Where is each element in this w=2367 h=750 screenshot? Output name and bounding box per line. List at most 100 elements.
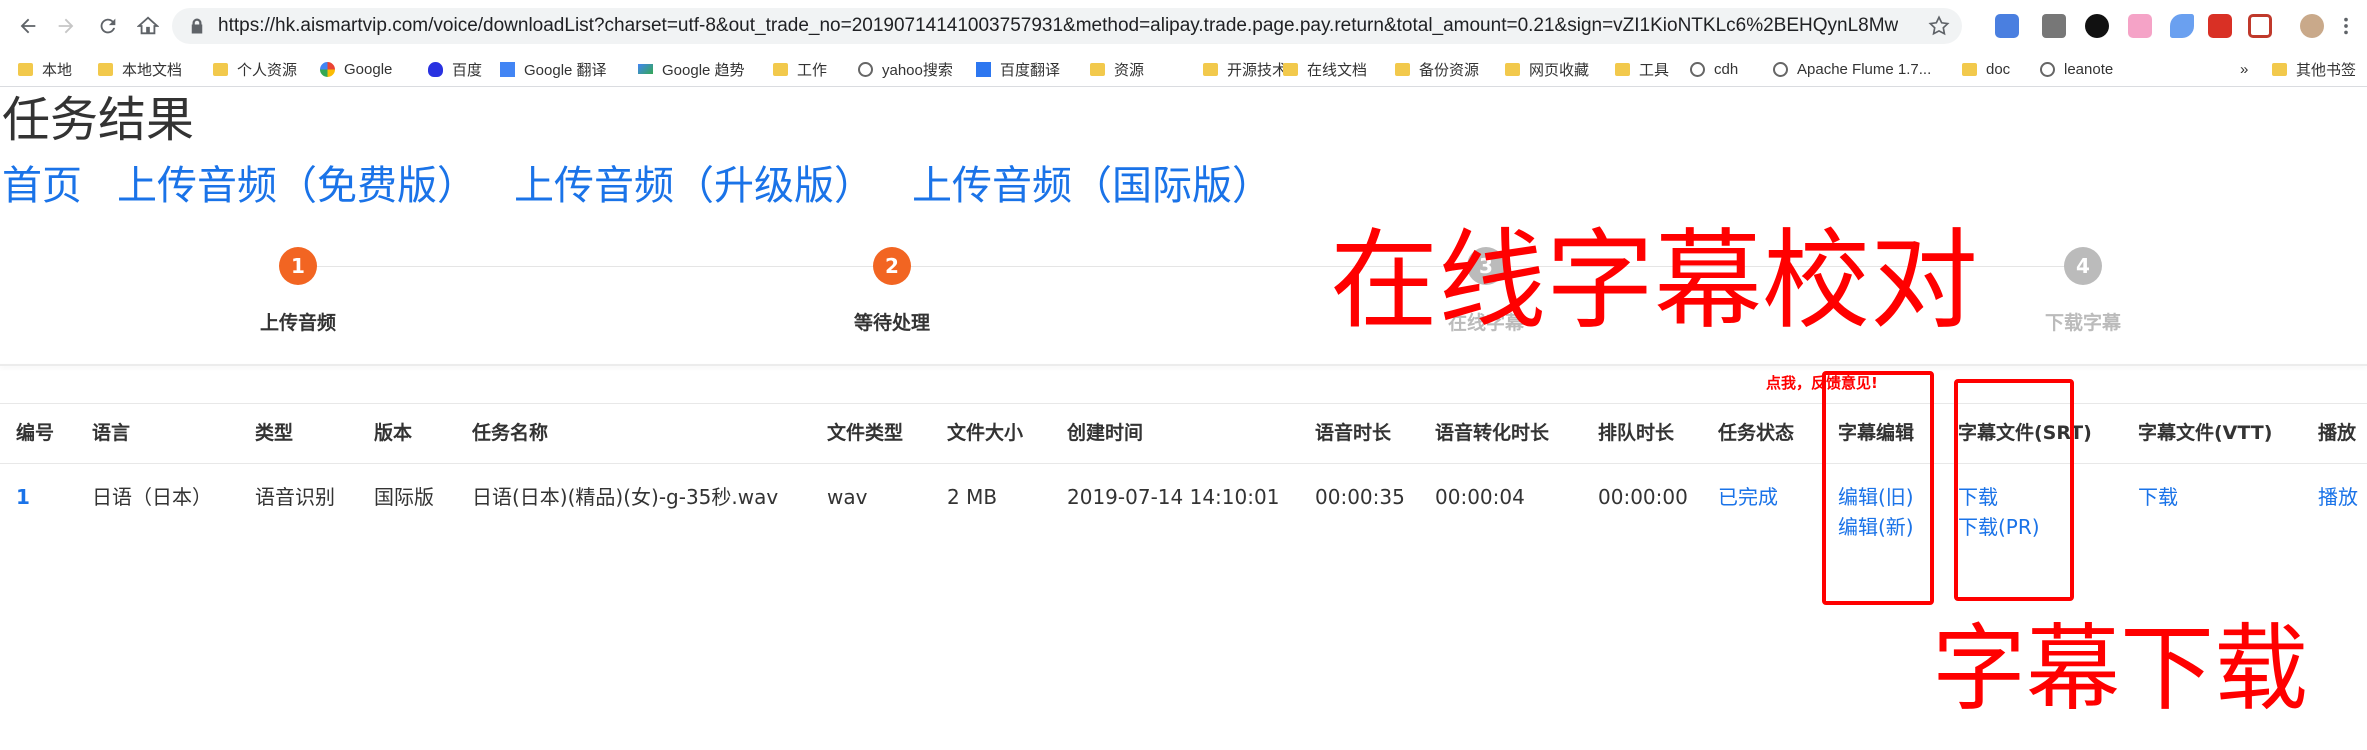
translate-extension-icon[interactable] xyxy=(1995,14,2019,38)
step-1-label: 上传音频 xyxy=(259,312,337,334)
col-header-status: 任务状态 xyxy=(1718,422,1795,444)
arrow-left-icon xyxy=(20,18,36,34)
home-button[interactable] xyxy=(132,10,164,42)
bookmark-item[interactable]: 百度 xyxy=(428,57,482,81)
other-bookmarks-label: 其他书签 xyxy=(2296,61,2357,79)
bookmark-item[interactable]: leanote xyxy=(2040,57,2113,81)
cell-status[interactable]: 已完成 xyxy=(1718,482,1778,512)
globe-icon xyxy=(1773,61,1788,77)
bookmark-item[interactable]: 备份资源 xyxy=(1395,57,1479,81)
col-header-created: 创建时间 xyxy=(1067,422,1144,444)
nav-home-link[interactable]: 首页 xyxy=(2,158,82,214)
page-title: 任务结果 xyxy=(2,92,195,148)
bookmark-item[interactable]: yahoo搜索 xyxy=(858,57,953,81)
nav-upload-international-link[interactable]: 上传音频（国际版） xyxy=(912,158,1272,214)
baidu-translate-icon xyxy=(976,61,991,77)
step-2-label: 等待处理 xyxy=(853,312,931,334)
bookmark-item[interactable]: 在线文档 xyxy=(1283,57,1367,81)
step-4-label: 下载字幕 xyxy=(2044,312,2122,334)
r-extension-icon[interactable] xyxy=(2085,14,2109,38)
reload-icon xyxy=(100,18,116,34)
bookmark-label: 本地文档 xyxy=(122,61,183,79)
cell-version: 国际版 xyxy=(374,485,434,509)
bookmark-item[interactable]: Google 翻译 xyxy=(500,57,607,81)
bookmark-item[interactable]: Google xyxy=(320,57,392,81)
col-header-queue-duration: 排队时长 xyxy=(1598,422,1675,444)
col-header-language: 语言 xyxy=(92,422,131,444)
bookmark-item[interactable]: 个人资源 xyxy=(213,57,297,81)
folder-icon xyxy=(2272,62,2287,76)
folder-icon xyxy=(18,62,33,76)
globe-icon xyxy=(858,61,873,77)
bookmark-label: Google xyxy=(344,60,393,78)
calendar-extension-icon[interactable] xyxy=(2248,14,2272,38)
cell-id[interactable]: 1 xyxy=(16,482,30,512)
folder-icon xyxy=(213,62,228,76)
reload-button[interactable] xyxy=(92,10,124,42)
more-vert-icon xyxy=(2344,17,2348,35)
bookmarks-overflow-button[interactable]: » xyxy=(2240,57,2248,81)
bookmark-label: 网页收藏 xyxy=(1529,61,1590,79)
bookmark-item[interactable]: Apache Flume 1.7... xyxy=(1773,57,1931,81)
nav-upload-free-link[interactable]: 上传音频（免费版） xyxy=(117,158,477,214)
bookmark-label: 百度翻译 xyxy=(1000,61,1061,79)
bookmark-item[interactable]: 资源 xyxy=(1090,57,1144,81)
folder-icon xyxy=(1962,62,1977,76)
bookmark-label: 工作 xyxy=(797,61,828,79)
bookmark-label: 资源 xyxy=(1114,61,1145,79)
vtt-download-link[interactable]: 下载 xyxy=(2138,482,2178,512)
bookmark-label: 本地 xyxy=(42,61,73,79)
col-header-convert-duration: 语音转化时长 xyxy=(1435,422,1550,444)
avatar[interactable] xyxy=(2300,14,2324,38)
bookmark-item[interactable]: Google 趋势 xyxy=(638,57,745,81)
folder-icon xyxy=(1615,62,1630,76)
back-button[interactable] xyxy=(12,10,44,42)
bookmark-label: 工具 xyxy=(1639,61,1670,79)
nav-upload-upgrade-link[interactable]: 上传音频（升级版） xyxy=(514,158,874,214)
folder-icon xyxy=(1395,62,1410,76)
bilibili-extension-icon[interactable] xyxy=(2128,14,2152,38)
folder-icon xyxy=(1505,62,1520,76)
camera-extension-icon[interactable] xyxy=(2042,14,2066,38)
google-icon xyxy=(320,61,335,77)
bookmark-item[interactable]: doc xyxy=(1962,57,2010,81)
cell-language: 日语（日本） xyxy=(92,485,212,509)
bookmark-item[interactable]: 百度翻译 xyxy=(976,57,1060,81)
bookmark-item[interactable]: 网页收藏 xyxy=(1505,57,1589,81)
arrow-right-icon xyxy=(58,18,74,34)
bookmark-item[interactable]: cdh xyxy=(1690,57,1738,81)
step-4-badge: 4 xyxy=(2064,247,2102,285)
browser-toolbar: https://hk.aismartvip.com/voice/download… xyxy=(0,0,2367,53)
other-bookmarks[interactable]: 其他书签 xyxy=(2272,57,2356,81)
col-header-file-size: 文件大小 xyxy=(947,422,1024,444)
bookmark-label: cdh xyxy=(1714,60,1739,78)
translate-icon xyxy=(500,61,515,77)
bookmark-label: 在线文档 xyxy=(1307,61,1368,79)
url-text[interactable]: https://hk.aismartvip.com/voice/download… xyxy=(218,14,1898,38)
bookmark-item[interactable]: 工具 xyxy=(1615,57,1669,81)
bookmark-label: yahoo搜索 xyxy=(882,61,953,79)
bookmark-item[interactable]: 本地文档 xyxy=(98,57,182,81)
bookmark-label: leanote xyxy=(2064,60,2114,78)
bookmark-item[interactable]: 开源技术 xyxy=(1203,57,1287,81)
col-header-play: 播放 xyxy=(2318,422,2357,444)
subtitle-edit-highlight-box xyxy=(1822,371,1934,605)
bookmark-label: 开源技术 xyxy=(1227,61,1288,79)
folder-icon xyxy=(98,62,113,76)
menu-button[interactable] xyxy=(2330,10,2362,42)
cell-queue-duration: 00:00:00 xyxy=(1598,485,1688,509)
bookmark-item[interactable]: 本地 xyxy=(18,57,72,81)
feather-extension-icon[interactable] xyxy=(2170,14,2194,38)
bookmark-item[interactable]: 工作 xyxy=(773,57,827,81)
address-bar[interactable]: https://hk.aismartvip.com/voice/download… xyxy=(172,8,1962,44)
trends-icon xyxy=(638,64,653,74)
col-header-id: 编号 xyxy=(16,422,55,444)
forward-button[interactable] xyxy=(50,10,82,42)
bookmark-star-icon[interactable] xyxy=(1928,15,1950,37)
cell-type: 语音识别 xyxy=(255,485,335,509)
av-extension-icon[interactable] xyxy=(2208,14,2232,38)
globe-icon xyxy=(2040,61,2055,77)
col-header-file-type: 文件类型 xyxy=(827,422,904,444)
play-link[interactable]: 播放 xyxy=(2318,482,2358,512)
step-2-badge: 2 xyxy=(873,247,911,285)
